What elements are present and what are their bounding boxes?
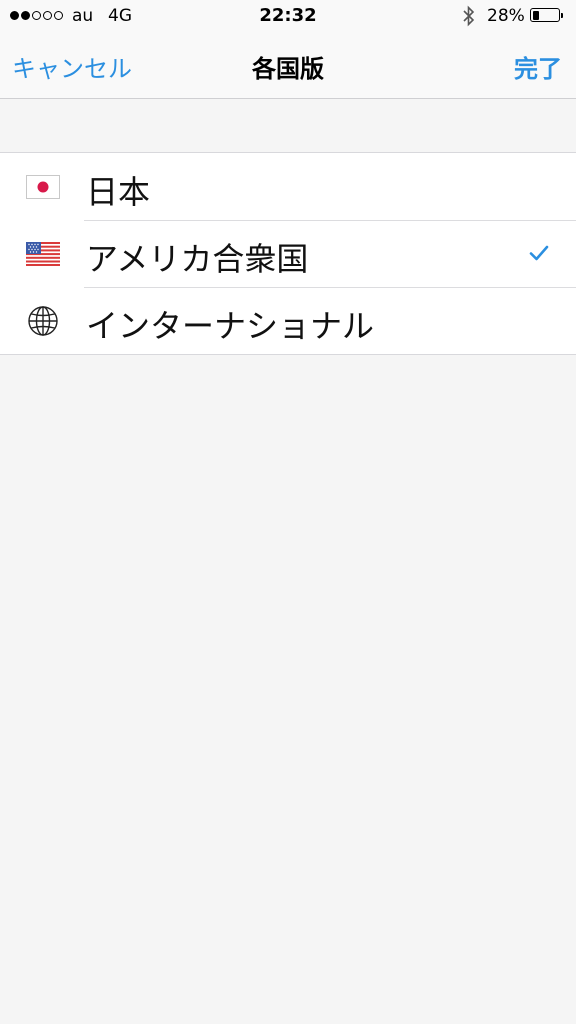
edition-label: アメリカ合衆国 [86, 240, 309, 278]
edition-row-international[interactable]: インターナショナル [0, 287, 576, 354]
edition-list: 日本 アメリカ合衆国 インターナショナル [0, 152, 576, 355]
us-flag-icon [26, 237, 60, 271]
checkmark-icon [529, 245, 549, 261]
edition-label: インターナショナル [86, 307, 375, 345]
navigation-bar: キャンセル 各国版 完了 [0, 32, 576, 99]
edition-row-us[interactable]: アメリカ合衆国 [0, 220, 576, 287]
battery-level [532, 10, 540, 20]
status-bar: au 4G 22:32 28% [0, 0, 576, 32]
bluetooth-icon [463, 5, 475, 27]
battery-percent: 28% [487, 6, 525, 26]
cancel-button[interactable]: キャンセル [12, 49, 132, 84]
globe-icon [26, 304, 60, 338]
battery-icon [530, 8, 560, 22]
done-button[interactable]: 完了 [514, 49, 562, 84]
edition-row-japan[interactable]: 日本 [0, 153, 576, 220]
screen: au 4G 22:32 28% キャンセル 各国版 完了 日本 アメリカ合衆国 … [0, 0, 576, 1024]
japan-flag-icon [26, 170, 60, 204]
edition-label: 日本 [86, 173, 151, 211]
battery-cap [561, 13, 563, 18]
